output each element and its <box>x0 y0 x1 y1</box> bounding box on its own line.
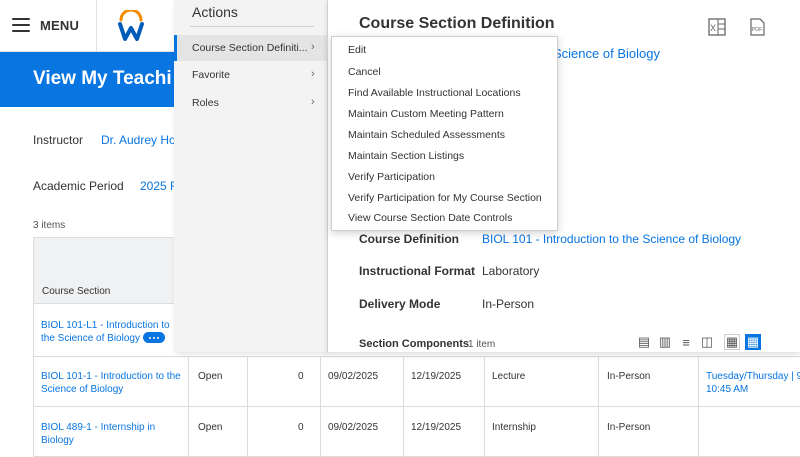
page-title: View My Teachi <box>33 68 172 89</box>
instructional-format-label: Instructional Format <box>359 264 476 278</box>
grid-view-icon[interactable]: ▦ <box>745 334 761 350</box>
col-divider <box>698 356 699 457</box>
submenu-item-scheduled-assessments[interactable]: Maintain Scheduled Assessments <box>348 129 505 141</box>
detail-title: Course Section Definition <box>359 15 555 32</box>
menu-label: MENU <box>40 17 80 33</box>
meeting-line: 10:45 AM <box>706 384 749 395</box>
instructor-link[interactable]: Dr. Audrey Ho <box>101 133 176 147</box>
active-indicator <box>174 35 177 61</box>
chevron-right-icon: › <box>311 96 315 108</box>
format-cell: Internship <box>492 422 536 433</box>
meeting-pattern-link[interactable]: Tuesday/Thursday | 9 10:45 AM <box>706 370 800 396</box>
count-cell: 0 <box>298 371 304 382</box>
course-link[interactable]: BIOL 101-1 - Introduction to the Science… <box>41 370 181 396</box>
col-divider <box>247 356 248 457</box>
submenu-item-find-locations[interactable]: Find Available Instructional Locations <box>348 87 521 99</box>
course-line: Biology <box>41 435 74 446</box>
instructor-label: Instructor <box>33 133 84 147</box>
delivery-mode-label: Delivery Mode <box>359 297 441 311</box>
status-cell: Open <box>198 371 223 382</box>
course-line: BIOL 489-1 - Internship in <box>41 422 156 433</box>
items-count: 3 items <box>33 220 66 231</box>
academic-period-link[interactable]: 2025 F <box>140 179 177 193</box>
hamburger-icon <box>12 18 30 32</box>
course-line: BIOL 101-L1 - Introduction to <box>41 320 170 331</box>
start-date-cell: 09/02/2025 <box>328 422 379 433</box>
meeting-line: Tuesday/Thursday | 9 <box>706 371 800 382</box>
col-divider <box>598 356 599 457</box>
menu-button[interactable]: MENU <box>12 10 79 40</box>
end-date-cell: 12/19/2025 <box>411 371 462 382</box>
course-line: BIOL 101-1 - Introduction to the <box>41 371 181 382</box>
detail-subtitle-link[interactable]: Science of Biology <box>553 46 660 61</box>
submenu-item-custom-meeting[interactable]: Maintain Custom Meeting Pattern <box>348 108 504 120</box>
chevron-right-icon: › <box>311 41 315 53</box>
submenu-item-cancel[interactable]: Cancel <box>348 66 381 78</box>
start-date-cell: 09/02/2025 <box>328 371 379 382</box>
submenu-item-verify-participation[interactable]: Verify Participation <box>348 171 435 183</box>
section-components-count: 1 item <box>468 339 496 350</box>
action-item-label: Roles <box>192 97 219 109</box>
topbar-divider <box>96 0 97 52</box>
status-cell: Open <box>198 422 223 433</box>
end-date-cell: 12/19/2025 <box>411 422 462 433</box>
submenu-item-date-controls[interactable]: View Course Section Date Controls <box>348 212 512 224</box>
table-view-icon[interactable]: ▦ <box>724 334 740 350</box>
academic-period-label: Academic Period <box>33 179 124 193</box>
col-divider <box>484 356 485 457</box>
actions-divider <box>190 26 314 27</box>
related-actions-button[interactable] <box>143 332 165 343</box>
action-item-label: Favorite <box>192 69 230 81</box>
workday-logo-icon[interactable] <box>116 10 146 42</box>
course-line: Science of Biology <box>41 384 124 395</box>
section-components-label: Section Components <box>359 338 470 350</box>
row-divider <box>33 406 800 407</box>
count-cell: 0 <box>298 422 304 433</box>
delivery-mode-cell: In-Person <box>607 422 651 433</box>
actions-title: Actions <box>192 4 238 20</box>
row-divider <box>33 356 800 357</box>
format-cell: Lecture <box>492 371 526 382</box>
instructional-format-value: Laboratory <box>482 264 540 278</box>
submenu-item-section-listings[interactable]: Maintain Section Listings <box>348 150 464 162</box>
excel-icon-text: X <box>710 23 716 33</box>
col-divider <box>188 356 189 457</box>
export-pdf-icon[interactable]: PDF <box>747 17 767 37</box>
course-definition-link[interactable]: BIOL 101 - Introduction to the Science o… <box>482 232 741 246</box>
action-item-roles[interactable]: Roles › <box>174 90 328 116</box>
export-excel-icon[interactable]: X <box>707 17 727 37</box>
layout-icon[interactable]: ◫ <box>699 334 715 350</box>
export-excel-icon[interactable]: ▤ <box>636 334 652 350</box>
col-divider <box>403 356 404 457</box>
course-link[interactable]: BIOL 489-1 - Internship in Biology <box>41 421 155 447</box>
action-item-favorite[interactable]: Favorite › <box>174 62 328 88</box>
column-header-course-section[interactable]: Course Section <box>42 286 110 297</box>
course-definition-label: Course Definition <box>359 232 460 246</box>
action-item-label: Course Section Definiti... <box>192 42 308 54</box>
submenu-item-edit[interactable]: Edit <box>348 44 366 56</box>
filter-icon[interactable]: ≡ <box>678 334 694 350</box>
delivery-mode-cell: In-Person <box>607 371 651 382</box>
pdf-icon-text: PDF <box>752 27 764 33</box>
submenu-item-verify-participation-my[interactable]: Verify Participation for My Course Secti… <box>348 192 542 204</box>
delivery-mode-value: In-Person <box>482 297 535 311</box>
col-divider <box>33 237 34 457</box>
col-divider <box>320 356 321 457</box>
action-item-course-section-definition[interactable]: Course Section Definiti... › <box>174 35 328 61</box>
columns-icon[interactable]: ▥ <box>657 334 673 350</box>
chevron-right-icon: › <box>311 68 315 80</box>
